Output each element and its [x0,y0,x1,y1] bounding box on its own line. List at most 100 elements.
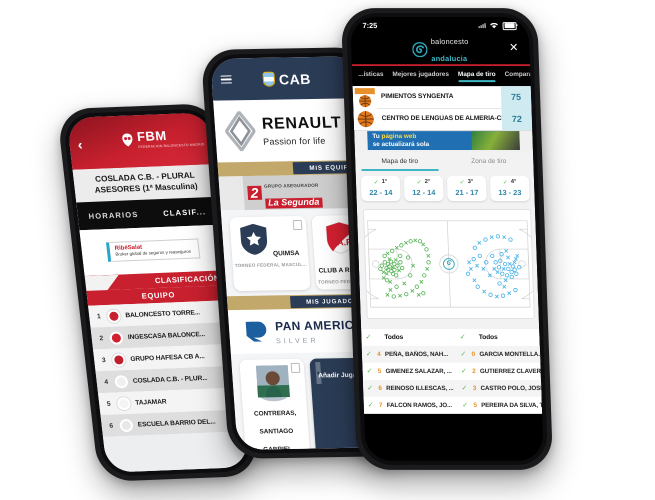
web-ad-text: Tu página web se actualizará sola [367,131,472,150]
list-item[interactable]: ✓ Todos [455,329,543,346]
shot-marker [403,240,408,245]
shot-marker [513,256,518,261]
sponsor-name: RENAULT [261,113,343,133]
shot-marker [504,248,509,253]
check-icon: ✓ [460,351,467,359]
cab-header: CAB [210,56,364,101]
quarter-chip[interactable]: ✓ 4° 13 - 23 [489,175,530,201]
subtab-zona-de-tiro[interactable]: Zona de tiro [444,152,534,171]
shot-marker [506,266,511,271]
fbm-logo-text: FBM [136,128,168,145]
web-ad-box: Tu página web se actualizará sola [367,131,520,151]
cab-ad-top: GRUPO ASEGURADOR [263,183,319,190]
check-icon: ✓ [459,179,465,186]
list-item[interactable]: ✓ 5 PEREIRA DA SILVA, T... [458,396,544,413]
shot-marker [502,261,508,266]
shot-marker [492,266,497,271]
list-item[interactable]: ✓ 3 CASTRO POLO, JOSE... [457,379,544,397]
team-crest-icon [107,329,125,346]
shot-marker [493,259,498,265]
team-name: INGESCASA BALONCE... [127,330,206,341]
tab-estadisticas[interactable]: ...ísticas [358,71,384,81]
list-item[interactable]: ✓ 0 GARCIA MONTELLA... [456,345,544,363]
team-card[interactable]: QUIMSA TORNEO FEDERAL MASCUL... [229,215,311,292]
check-icon: ✓ [460,368,467,376]
player-number: 7 [378,401,383,409]
close-icon[interactable]: ✕ [509,42,519,54]
web-ad-line-1a: Tu [372,133,382,141]
shot-marker [512,267,517,272]
delete-icon[interactable] [290,362,301,373]
quarter-chip[interactable]: ✓ 3° 21 - 17 [446,175,487,201]
pimientos-logo [352,85,378,108]
shot-chart-court[interactable] [354,208,544,319]
shot-marker [414,284,420,289]
shot-marker [475,284,480,289]
player-name: CASTRO POLO, JOSE... [480,384,544,392]
player-number: 0 [471,350,476,358]
back-icon[interactable]: ‹ [77,136,83,152]
player-filter-lists: ✓ Todos ✓ 4 PEÑA, BAÑOS, NAH... ✓ 5 GIME… [361,328,544,414]
brand-line-2: andalucia [431,54,468,64]
app-brand-text: baloncesto andalucia [430,32,469,66]
delete-icon[interactable] [292,219,303,231]
list-item[interactable]: ✓ Todos [361,329,456,346]
shot-marker [477,253,482,258]
scoreboard-points: 72 [501,107,533,130]
row-rank: 1 [96,312,102,321]
team-crest-icon [117,417,135,433]
subtab-mapa-de-tiro[interactable]: Mapa de tiro [355,152,445,171]
web-ad-image [471,131,520,151]
team-card-name: QUIMSA [272,249,300,258]
list-item[interactable]: ✓ 2 GUTIERREZ CLAVER... [457,363,544,380]
tab-comparativa[interactable]: Comparativa [505,71,544,81]
shot-marker [402,281,407,286]
list-item[interactable]: ✓ 6 REINOSO ILLESCAS, ... [362,379,458,397]
shot-marker [494,294,499,299]
shot-marker [468,266,473,271]
web-ad-banner[interactable]: Tu página web se actualizará sola [354,129,534,152]
list-item[interactable]: ✓ 5 GIMENEZ SALAZAR, ... [362,363,457,380]
shot-marker [472,245,478,250]
scoreboard-team-name: PIMIENTOS SYNGENTA [380,93,454,101]
hamburger-icon[interactable] [220,75,233,85]
shot-marker [416,292,421,297]
shot-marker [514,271,519,276]
shot-marker [482,289,487,294]
shot-marker [417,238,423,244]
check-icon: ✓ [416,179,422,186]
tab-horarios[interactable]: HORARIOS [77,209,149,221]
quarter-chip[interactable]: ✓ 1° 22 - 14 [360,175,401,201]
tab-mapa-de-tiro[interactable]: Mapa de tiro [458,71,496,81]
player-card[interactable]: CONTRERAS, SANTIAGO GABRIEL [239,358,311,450]
row-rank: 2 [99,334,104,342]
quarter-score: 12 - 14 [412,187,436,197]
shot-marker [408,238,413,244]
list-item[interactable]: ✓ 7 FALCON RAMOS, JO... [363,396,458,413]
cab-shield-icon [262,71,276,87]
fbm-logo: FBM FEDERACION BALONCESTO MADRID [119,127,205,151]
quarter-chip[interactable]: ✓ 2° 12 - 14 [403,175,444,201]
shot-marker [481,266,486,271]
battery-icon [502,21,517,30]
shot-marker [500,293,506,298]
shot-marker [508,237,513,242]
shot-marker [515,253,520,258]
quarter-score: 13 - 23 [498,187,522,197]
shot-marker [385,292,390,297]
shot-marker [504,272,510,278]
player-name: FALCON RAMOS, JO... [386,401,453,409]
tab-clasificacion[interactable]: CLASIF... [149,206,221,218]
check-icon: ✓ [365,334,372,342]
fbm-ad-banner[interactable]: RibéSalat Broker global de seguros y rea… [79,224,227,277]
shot-marker [410,288,415,293]
shot-marker [424,246,429,252]
tab-mejores-jugadores[interactable]: Mejores jugadores [392,71,449,81]
mockup-stage: ‹ FBM FEDERACION BALONCESTO MADRID COSLA… [0,0,655,500]
shot-marker [388,279,393,284]
scoreboard-row[interactable]: PIMIENTOS SYNGENTA 75 [352,85,532,108]
check-icon: ✓ [502,179,508,186]
list-item[interactable]: ✓ 4 PEÑA, BAÑOS, NAH... [361,345,457,363]
shot-marker [421,290,426,296]
scoreboard-row[interactable]: CENTRO DE LENGUAS DE ALMERÍA-CD... 72 [353,107,533,130]
